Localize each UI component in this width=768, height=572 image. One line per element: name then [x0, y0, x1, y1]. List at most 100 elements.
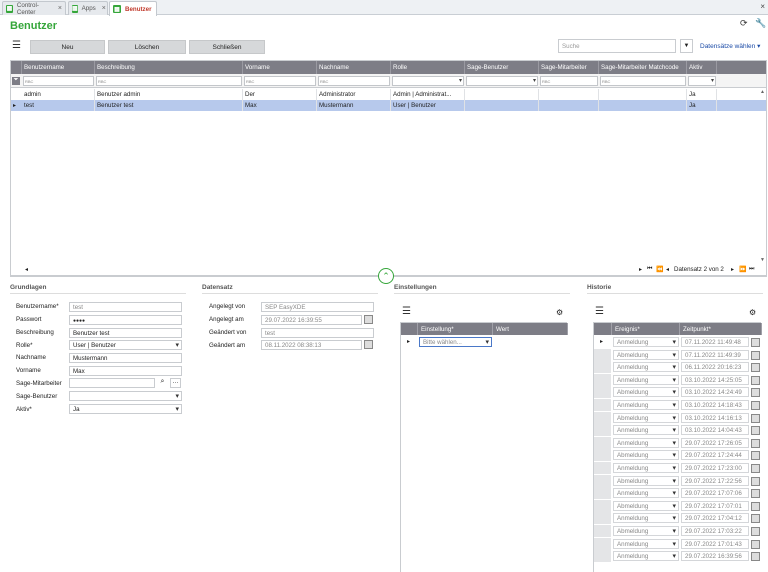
scroll-left-icon[interactable]: ◂	[25, 266, 28, 273]
calendar-icon[interactable]	[751, 527, 760, 536]
event-select[interactable]: Abmeldung	[613, 450, 679, 461]
calendar-icon[interactable]	[751, 451, 760, 461]
table-row[interactable]: Abmeldung03.10.2022 14:16:13	[594, 411, 761, 425]
collapse-icon[interactable]: ⌃	[378, 268, 394, 284]
filter-sage-mitarbeiter[interactable]: RBC	[540, 76, 598, 86]
filter-nachname[interactable]: RBC	[318, 76, 390, 86]
close-button[interactable]: Schließen	[189, 40, 265, 54]
filter-vorname[interactable]: RBC	[244, 76, 316, 86]
password-field[interactable]: ●●●●	[69, 315, 182, 325]
event-select[interactable]: Anmeldung	[613, 513, 679, 524]
menu-icon[interactable]: ☰	[12, 41, 21, 51]
time-field[interactable]: 03.10.2022 14:18:43	[681, 400, 749, 410]
menu-icon[interactable]: ☰	[595, 307, 604, 317]
scroll-up-icon[interactable]: ▲	[760, 89, 765, 95]
col-zeitpunkt[interactable]: Zeitpunkt*	[680, 323, 762, 335]
last-record-icon[interactable]: ⏭	[749, 266, 754, 273]
filter-rolle[interactable]	[392, 76, 464, 86]
time-field[interactable]: 03.10.2022 14:24:49	[681, 387, 749, 398]
tab-benutzer[interactable]: ▦ Benutzer	[109, 1, 157, 16]
time-field[interactable]: 29.07.2022 17:07:01	[681, 500, 749, 511]
time-field[interactable]: 29.07.2022 17:26:05	[681, 437, 749, 448]
col-beschreibung[interactable]: Beschreibung	[95, 61, 243, 74]
prev-record-icon[interactable]: ◂	[666, 266, 669, 273]
col-sage-matchcode[interactable]: Sage-Mitarbeiter Matchcode	[599, 61, 687, 74]
setting-select[interactable]: Bitte wählen...	[419, 337, 492, 347]
event-select[interactable]: Anmeldung	[613, 425, 679, 436]
event-select[interactable]: Anmeldung	[613, 538, 679, 549]
col-rolle[interactable]: Rolle	[391, 61, 465, 74]
event-select[interactable]: Abmeldung	[613, 475, 679, 486]
event-select[interactable]: Anmeldung	[613, 400, 679, 410]
filter-icon[interactable]: ▼	[680, 39, 693, 53]
close-icon[interactable]: ×	[102, 5, 106, 12]
more-icon[interactable]: …	[170, 378, 181, 388]
tab-control-center[interactable]: ▦ Control-Center ×	[2, 1, 66, 16]
event-select[interactable]: Anmeldung	[613, 374, 679, 385]
time-field[interactable]: 29.07.2022 17:22:56	[681, 475, 749, 486]
close-icon[interactable]: ×	[760, 2, 765, 11]
event-select[interactable]: Anmeldung	[613, 488, 679, 499]
col-benutzername[interactable]: Benutzername	[22, 61, 95, 74]
select-records-dropdown[interactable]: Datensätze wählen ▾	[700, 42, 760, 50]
event-select[interactable]: Abmeldung	[613, 387, 679, 398]
table-row[interactable]: admin Benutzer admin Der Administrator A…	[11, 89, 766, 100]
calendar-icon[interactable]	[751, 438, 760, 448]
time-field[interactable]: 29.07.2022 16:39:56	[681, 551, 749, 562]
time-field[interactable]: 29.07.2022 17:07:06	[681, 488, 749, 499]
table-row[interactable]: Anmeldung29.07.2022 16:39:56	[594, 550, 761, 563]
filter-aktiv[interactable]	[688, 76, 716, 86]
col-sage-benutzer[interactable]: Sage-Benutzer	[465, 61, 539, 74]
calendar-icon[interactable]	[751, 413, 760, 423]
scroll-down-icon[interactable]: ▼	[760, 257, 765, 263]
filter-sage-benutzer[interactable]	[466, 76, 538, 86]
calendar-icon[interactable]	[364, 340, 373, 349]
time-field[interactable]: 03.10.2022 14:04:43	[681, 425, 749, 436]
table-row[interactable]: Anmeldung03.10.2022 14:25:05	[594, 373, 761, 387]
nachname-field[interactable]: Mustermann	[69, 353, 182, 363]
table-row[interactable]: Anmeldung03.10.2022 14:18:43	[594, 399, 761, 412]
menu-icon[interactable]: ☰	[402, 307, 411, 317]
time-field[interactable]: 06.11.2022 20:16:23	[681, 362, 749, 373]
calendar-icon[interactable]	[751, 426, 760, 436]
calendar-icon[interactable]	[751, 489, 760, 499]
calendar-icon[interactable]	[751, 338, 760, 347]
sage-mitarbeiter-field[interactable]	[69, 378, 155, 388]
calendar-icon[interactable]	[751, 388, 760, 398]
table-row[interactable]: Abmeldung29.07.2022 17:07:01	[594, 499, 761, 513]
event-select[interactable]: Anmeldung	[613, 437, 679, 448]
event-select[interactable]: Anmeldung	[613, 463, 679, 473]
event-select[interactable]: Abmeldung	[613, 526, 679, 536]
wrench-icon[interactable]: 🔧	[755, 18, 766, 29]
calendar-icon[interactable]	[751, 401, 760, 410]
event-select[interactable]: Abmeldung	[613, 349, 679, 360]
calendar-icon[interactable]	[751, 552, 760, 562]
calendar-icon[interactable]	[751, 514, 760, 524]
table-row[interactable]: Abmeldung29.07.2022 17:22:56	[594, 474, 761, 488]
col-sage-mitarbeiter[interactable]: Sage-Mitarbeiter	[539, 61, 599, 74]
time-field[interactable]: 03.10.2022 14:16:13	[681, 412, 749, 423]
benutzername-field[interactable]: test	[69, 302, 182, 312]
event-select[interactable]: Abmeldung	[613, 412, 679, 423]
close-icon[interactable]: ×	[58, 5, 62, 12]
tab-apps[interactable]: ▦ Apps ×	[68, 1, 108, 15]
table-row[interactable]: Anmeldung29.07.2022 17:01:43	[594, 537, 761, 551]
event-select[interactable]: Anmeldung	[613, 551, 679, 562]
filter-beschreibung[interactable]: RBC	[96, 76, 242, 86]
sage-benutzer-select[interactable]	[69, 391, 182, 401]
refresh-icon[interactable]: ⟳	[740, 18, 748, 29]
table-row[interactable]: Anmeldung29.07.2022 17:26:05	[594, 436, 761, 450]
scroll-right-icon[interactable]: ▸	[639, 266, 642, 273]
filter-matchcode[interactable]: RBC	[600, 76, 686, 86]
col-vorname[interactable]: Vorname	[243, 61, 317, 74]
calendar-icon[interactable]	[751, 464, 760, 473]
next-record-icon[interactable]: ▸	[731, 266, 734, 273]
filter-benutzername[interactable]: RBC	[23, 76, 94, 86]
table-row-selected[interactable]: ▸ test Benutzer test Max Mustermann User…	[11, 100, 766, 111]
first-record-icon[interactable]: ⏮	[647, 266, 652, 273]
event-select[interactable]: Abmeldung	[613, 500, 679, 511]
table-row[interactable]: Abmeldung03.10.2022 14:24:49	[594, 386, 761, 399]
table-row[interactable]: Anmeldung03.10.2022 14:04:43	[594, 424, 761, 437]
time-field[interactable]: 07.11.2022 11:49:39	[681, 349, 749, 360]
rolle-select[interactable]: User | Benutzer	[69, 340, 182, 350]
